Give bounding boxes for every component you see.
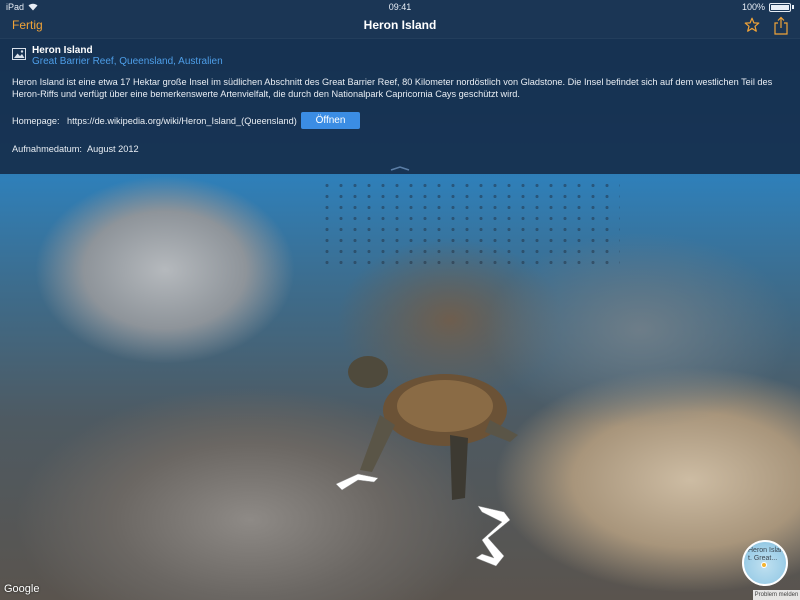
collapse-handle-icon[interactable] bbox=[390, 166, 410, 171]
battery-percent: 100% bbox=[741, 2, 765, 12]
place-info-panel: Heron Island Great Barrier Reef, Queensl… bbox=[0, 38, 800, 174]
place-description: Heron Island ist eine etwa 17 Hektar gro… bbox=[12, 77, 773, 99]
homepage-label: Homepage: bbox=[12, 116, 60, 126]
location-pin-icon bbox=[761, 562, 767, 568]
minimap[interactable]: Heron Island t. Great... bbox=[742, 540, 788, 586]
battery-icon bbox=[769, 2, 791, 12]
photo-icon bbox=[12, 48, 26, 60]
status-bar: iPad 09:41 100% bbox=[0, 0, 800, 14]
navigation-bar: Fertig Heron Island bbox=[0, 14, 800, 38]
status-time: 09:41 bbox=[388, 2, 412, 12]
minimap-label: Heron Island t. Great... bbox=[748, 547, 788, 562]
page-title: Heron Island bbox=[363, 18, 437, 32]
move-back-arrow[interactable] bbox=[474, 500, 514, 568]
move-forward-arrow[interactable] bbox=[334, 472, 380, 494]
place-location-link[interactable]: Great Barrier Reef, Queensland, Australi… bbox=[32, 56, 223, 67]
star-icon[interactable] bbox=[744, 17, 760, 33]
homepage-url: https://de.wikipedia.org/wiki/Heron_Isla… bbox=[67, 116, 297, 126]
capture-date-label: Aufnahmedatum: bbox=[12, 144, 82, 154]
open-homepage-button[interactable]: Öffnen bbox=[301, 112, 360, 129]
report-problem-link[interactable]: Problem melden bbox=[753, 590, 800, 600]
capture-date-value: August 2012 bbox=[87, 144, 139, 154]
share-icon[interactable] bbox=[773, 16, 789, 35]
fish-school bbox=[320, 180, 620, 270]
google-logo: Google bbox=[4, 583, 40, 595]
place-name: Heron Island bbox=[32, 45, 93, 56]
